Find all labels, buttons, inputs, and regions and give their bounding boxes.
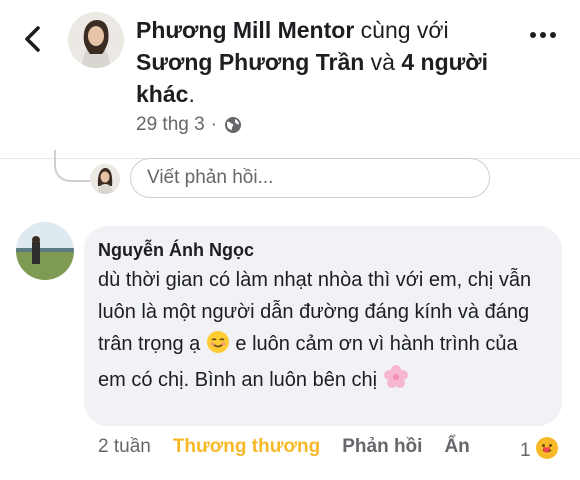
commenter-avatar[interactable] — [16, 222, 74, 280]
back-button[interactable] — [20, 24, 46, 54]
reaction-summary[interactable]: 1 — [520, 436, 559, 466]
reply-input[interactable]: Viết phản hồi... — [130, 158, 490, 198]
period: . — [188, 81, 195, 107]
post-meta: 29 thg 3 · — [136, 114, 243, 136]
cherry-blossom-emoji — [383, 364, 409, 400]
more-dot — [540, 32, 546, 38]
more-horizontal-icon — [530, 32, 536, 38]
tagged-user[interactable]: Sương Phương Trần — [136, 49, 364, 75]
hide-button[interactable]: Ẩn — [444, 436, 469, 458]
reply-button[interactable]: Phản hồi — [342, 436, 422, 458]
author-name[interactable]: Phương Mill Mentor — [136, 17, 354, 43]
smiling-face-emoji — [206, 330, 230, 364]
care-reaction-icon — [535, 436, 559, 466]
post-header: Phương Mill Mentor cùng với Sương Phương… — [136, 14, 516, 110]
chevron-left-icon — [25, 26, 40, 52]
globe-icon — [223, 115, 243, 135]
comment-age[interactable]: 2 tuần — [98, 436, 151, 458]
commenter-name[interactable]: Nguyễn Ánh Ngọc — [98, 238, 548, 262]
more-dot — [550, 32, 556, 38]
comment-text: dù thời gian có làm nhạt nhòa thì với em… — [98, 264, 548, 400]
with-text: cùng với — [354, 17, 449, 43]
comment-actions: 2 tuần Thương thương Phản hồi Ẩn — [98, 436, 492, 458]
current-user-avatar — [90, 164, 120, 194]
reaction-button[interactable]: Thương thương — [173, 436, 320, 458]
more-options-button[interactable] — [530, 32, 556, 38]
post-date[interactable]: 29 thg 3 — [136, 114, 205, 136]
reaction-count: 1 — [520, 440, 531, 461]
thread-line — [54, 150, 90, 182]
and-text: và — [364, 49, 402, 75]
meta-separator: · — [210, 114, 217, 135]
comment-bubble: Nguyễn Ánh Ngọc dù thời gian có làm nhạt… — [84, 226, 562, 426]
author-avatar[interactable] — [68, 12, 124, 68]
